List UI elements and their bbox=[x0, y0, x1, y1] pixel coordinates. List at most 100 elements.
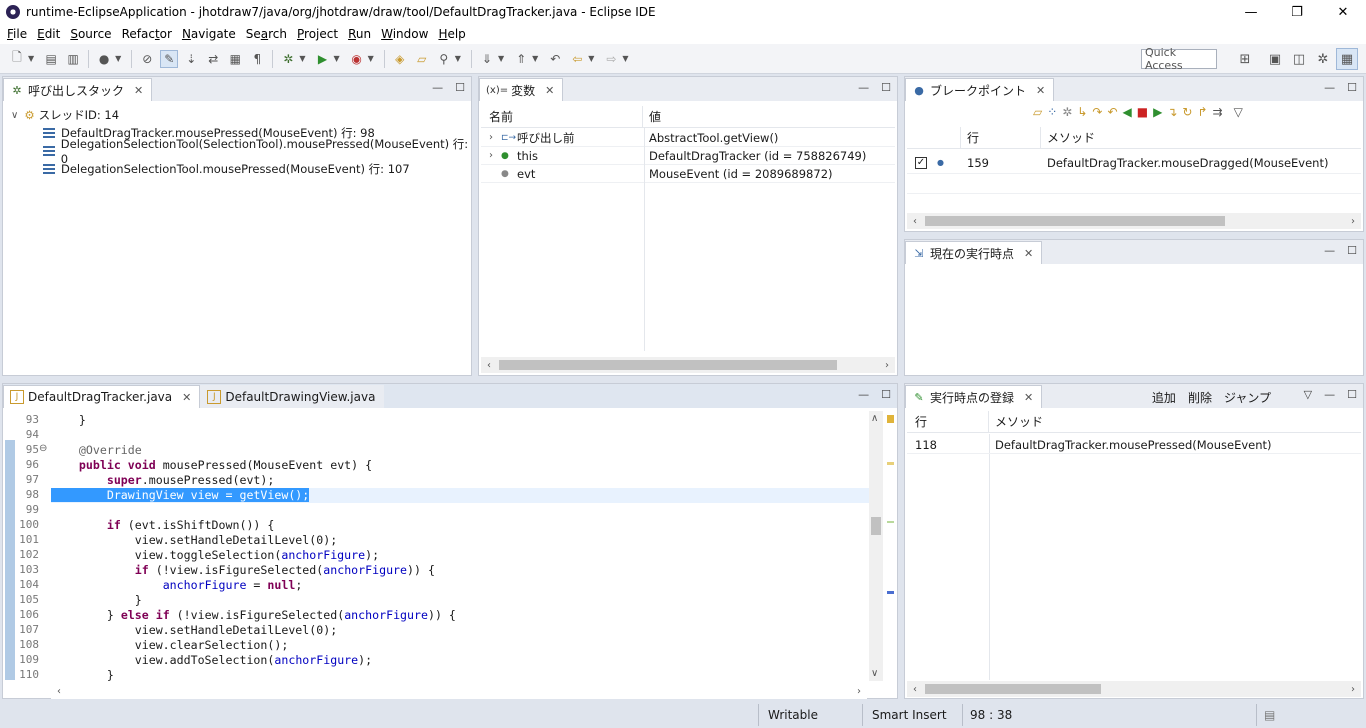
jump-button[interactable]: ジャンプ bbox=[1224, 389, 1271, 406]
maximize-button[interactable]: ❐ bbox=[1274, 0, 1320, 24]
prev-edit-icon[interactable]: ⇑ bbox=[512, 50, 530, 68]
external-tools-icon[interactable]: ◉ bbox=[348, 50, 366, 68]
scroll-right-icon[interactable]: › bbox=[1345, 213, 1361, 229]
close-icon[interactable]: ✕ bbox=[134, 84, 143, 97]
column-name[interactable]: 名前 bbox=[481, 105, 643, 128]
code-line[interactable]: super.mousePressed(evt); bbox=[51, 473, 869, 488]
view-menu-icon[interactable]: ▽ bbox=[1234, 105, 1243, 119]
java-ee-perspective-icon[interactable]: ◫ bbox=[1288, 48, 1310, 70]
step-back-icon[interactable]: ◀ bbox=[1123, 105, 1132, 119]
code-line[interactable]: view.setHandleDetailLevel(0); bbox=[51, 533, 869, 548]
code-line[interactable]: if (evt.isShiftDown()) { bbox=[51, 518, 869, 533]
menu-item[interactable]: Navigate bbox=[177, 27, 241, 41]
save-icon[interactable]: ▤ bbox=[42, 50, 60, 68]
java-perspective-icon[interactable]: ▣ bbox=[1264, 48, 1286, 70]
scroll-left-icon[interactable]: ‹ bbox=[481, 357, 497, 373]
tab-breakpoints[interactable]: ● ブレークポイント ✕ bbox=[905, 78, 1055, 101]
code-line[interactable] bbox=[51, 428, 869, 443]
chevron-right-icon[interactable]: › bbox=[489, 132, 501, 143]
new-icon[interactable]: 🗋 bbox=[8, 50, 26, 68]
close-icon[interactable]: ✕ bbox=[182, 391, 191, 404]
skip-icon[interactable]: ✲ bbox=[1062, 105, 1072, 119]
open-icon[interactable]: ▱ bbox=[1033, 105, 1042, 119]
delete-button[interactable]: 削除 bbox=[1188, 389, 1212, 406]
tab-variables[interactable]: (x)= 変数 ✕ bbox=[479, 78, 564, 101]
maximize-view-icon[interactable]: ☐ bbox=[881, 81, 891, 94]
warning-marker[interactable] bbox=[887, 415, 894, 423]
open-perspective-icon[interactable]: ⊞ bbox=[1234, 48, 1256, 70]
forward-dropdown-icon[interactable]: ▼ bbox=[622, 54, 628, 63]
occurrence-marker[interactable] bbox=[887, 521, 894, 523]
debug-marker[interactable] bbox=[887, 591, 894, 594]
variable-row[interactable]: › ● this DefaultDragTracker (id = 758826749… bbox=[481, 147, 895, 165]
scroll-thumb[interactable] bbox=[499, 360, 837, 370]
status-progress-icon[interactable]: ▤ bbox=[1264, 706, 1275, 724]
run-icon[interactable]: ▶ bbox=[313, 50, 331, 68]
next-annotation-icon[interactable]: ⇣ bbox=[182, 50, 200, 68]
highlight-icon[interactable]: ✎ bbox=[160, 49, 179, 68]
link-icon[interactable]: ⇉ bbox=[1213, 105, 1223, 119]
profile-icon[interactable]: ● bbox=[95, 50, 113, 68]
scroll-left-icon[interactable]: ‹ bbox=[907, 213, 923, 229]
step-over-icon[interactable]: ↷ bbox=[1092, 105, 1102, 119]
minimize-view-icon[interactable]: — bbox=[1324, 244, 1335, 257]
chevron-down-icon[interactable]: ∨ bbox=[11, 110, 18, 121]
minimize-view-icon[interactable]: — bbox=[858, 388, 869, 401]
back-icon[interactable]: ⇦ bbox=[568, 50, 586, 68]
resource-perspective-icon[interactable]: ▦ bbox=[1336, 48, 1358, 70]
occurrence-marker[interactable] bbox=[887, 462, 894, 465]
maximize-view-icon[interactable]: ☐ bbox=[455, 81, 465, 94]
minimize-view-icon[interactable]: — bbox=[1324, 81, 1335, 94]
new-dropdown-icon[interactable]: ▼ bbox=[28, 54, 34, 63]
scroll-right-icon[interactable]: › bbox=[1345, 681, 1361, 697]
run-dropdown-icon[interactable]: ▼ bbox=[333, 54, 339, 63]
code-line[interactable]: view.setHandleDetailLevel(0); bbox=[51, 623, 869, 638]
code-line[interactable]: view.clearSelection(); bbox=[51, 638, 869, 653]
code-line[interactable]: anchorFigure = null; bbox=[51, 578, 869, 593]
scroll-up-icon[interactable]: ∧ bbox=[871, 413, 878, 424]
variable-row[interactable]: ● evt MouseEvent (id = 2089689872) bbox=[481, 165, 895, 183]
status-insert-mode[interactable]: Smart Insert bbox=[872, 706, 947, 724]
menu-item[interactable]: Search bbox=[241, 27, 292, 41]
prev-edit-dropdown-icon[interactable]: ▼ bbox=[532, 54, 538, 63]
menu-item[interactable]: Window bbox=[376, 27, 433, 41]
code-line[interactable]: @Override bbox=[51, 443, 869, 458]
debug-icon[interactable]: ✲ bbox=[279, 50, 297, 68]
code-line[interactable] bbox=[51, 503, 869, 518]
view-menu-icon[interactable]: ▽ bbox=[1304, 388, 1312, 401]
close-icon[interactable]: ✕ bbox=[1036, 84, 1045, 97]
registry-hscrollbar[interactable]: ‹ › bbox=[907, 681, 1361, 697]
quick-access-input[interactable]: Quick Access bbox=[1141, 46, 1217, 72]
tab-default-drawing-view[interactable]: J DefaultDrawingView.java bbox=[200, 385, 385, 408]
close-button[interactable]: ✕ bbox=[1320, 0, 1366, 24]
code-line[interactable]: } else if (!view.isFigureSelected(anchor… bbox=[51, 608, 869, 623]
replay-icon[interactable]: ↻ bbox=[1182, 105, 1192, 119]
maximize-view-icon[interactable]: ☐ bbox=[1347, 81, 1357, 94]
external-tools-dropdown-icon[interactable]: ▼ bbox=[368, 54, 374, 63]
tab-default-drag-tracker[interactable]: J DefaultDragTracker.java ✕ bbox=[3, 385, 201, 408]
forward-step-icon[interactable]: ↱ bbox=[1197, 105, 1207, 119]
code-line[interactable]: } bbox=[51, 593, 869, 608]
open-folder-icon[interactable]: ▱ bbox=[413, 50, 431, 68]
breakpoints-hscrollbar[interactable]: ‹ › bbox=[907, 213, 1361, 229]
tab-callstack[interactable]: ✲ 呼び出しスタック ✕ bbox=[3, 78, 153, 101]
debug-dropdown-icon[interactable]: ▼ bbox=[299, 54, 305, 63]
stack-frame[interactable]: DelegationSelectionTool.mousePressed(Mou… bbox=[43, 160, 410, 178]
editor-vscrollbar[interactable]: ∧ ∨ bbox=[869, 411, 883, 681]
menu-item[interactable]: Source bbox=[65, 27, 116, 41]
scroll-right-icon[interactable]: › bbox=[879, 357, 895, 373]
search-tool-icon[interactable]: ⚲ bbox=[435, 50, 453, 68]
next-edit-icon[interactable]: ⇓ bbox=[478, 50, 496, 68]
close-icon[interactable]: ✕ bbox=[1024, 247, 1033, 260]
minimize-view-icon[interactable]: — bbox=[432, 81, 443, 94]
tab-current-point[interactable]: ⇲ 現在の実行時点 ✕ bbox=[905, 241, 1043, 264]
menu-item[interactable]: Help bbox=[433, 27, 470, 41]
save-all-icon[interactable]: ▥ bbox=[64, 50, 82, 68]
scroll-right-icon[interactable]: › bbox=[851, 683, 867, 699]
close-icon[interactable]: ✕ bbox=[545, 84, 554, 97]
editor-hscrollbar[interactable]: ‹ › bbox=[51, 683, 867, 699]
remove-icon[interactable]: ⁘ bbox=[1047, 105, 1057, 119]
open-type-icon[interactable]: ◈ bbox=[391, 50, 409, 68]
code-line[interactable]: public void mousePressed(MouseEvent evt)… bbox=[51, 458, 869, 473]
block-selection-icon[interactable]: ▦ bbox=[226, 50, 244, 68]
